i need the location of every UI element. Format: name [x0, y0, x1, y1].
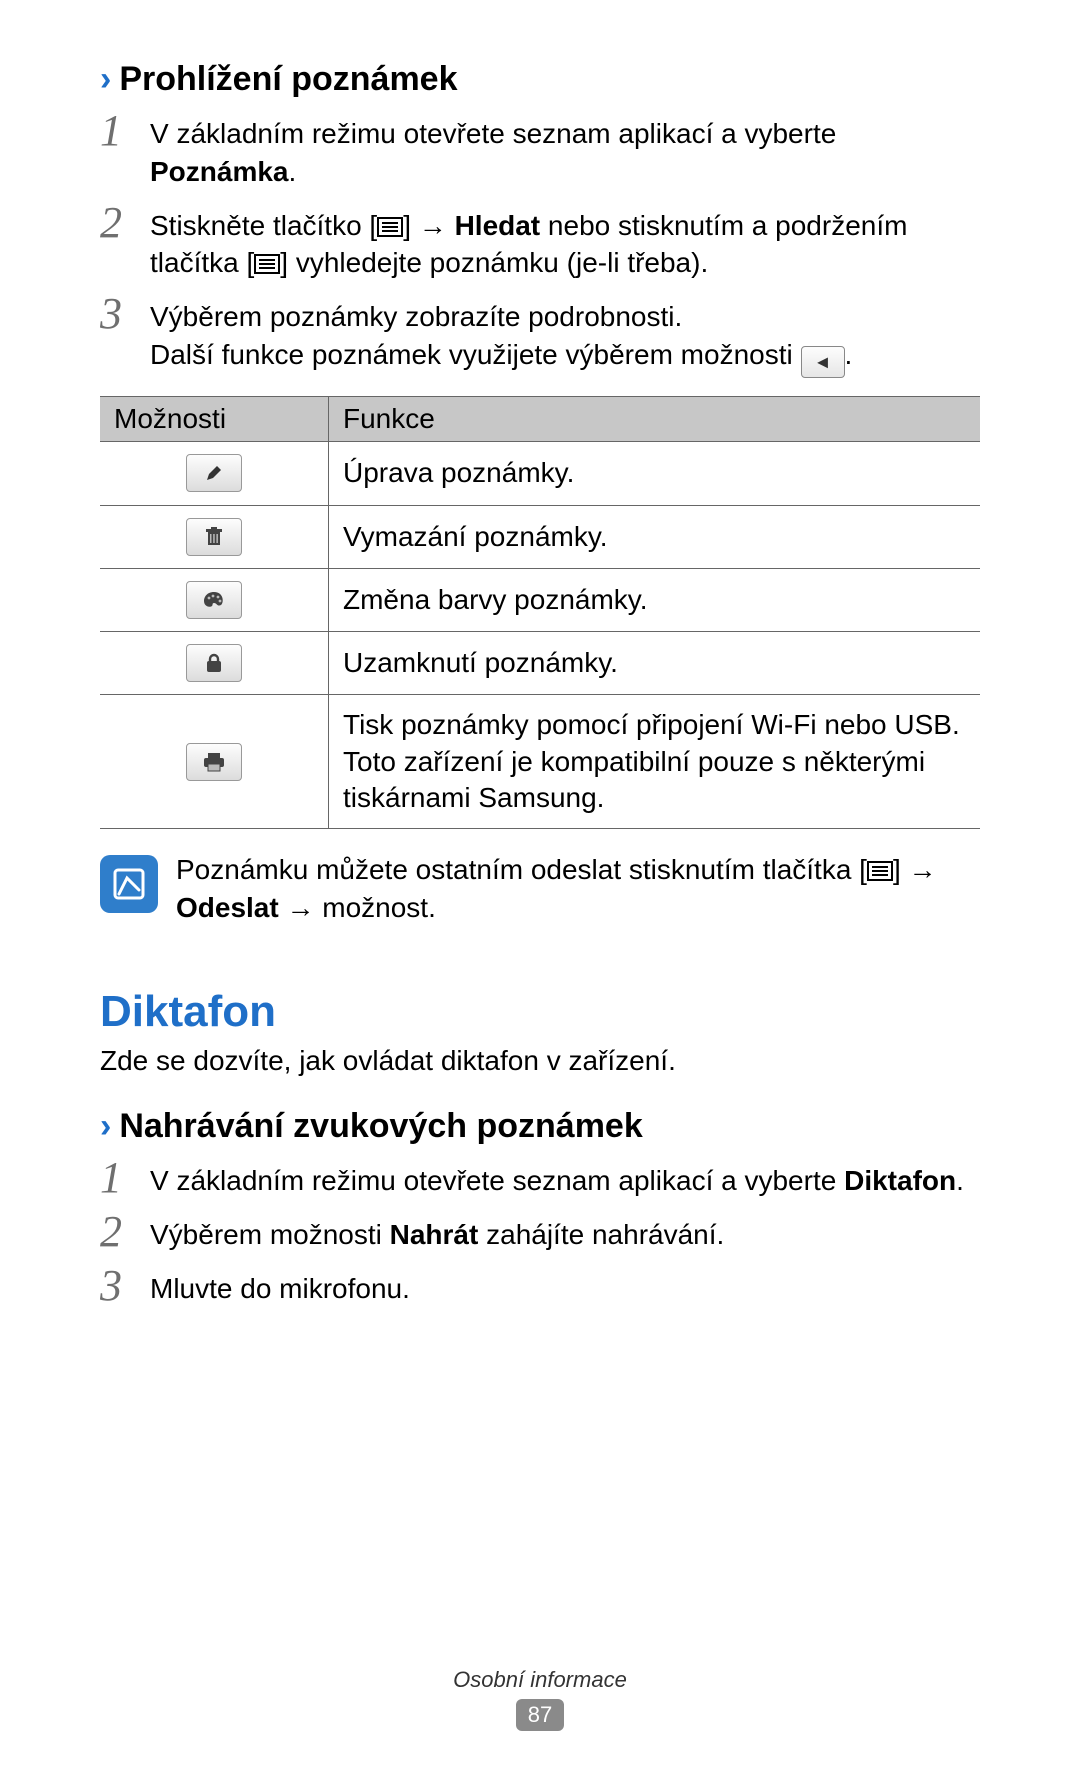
palette-icon: [186, 581, 242, 619]
step-number: 3: [100, 292, 150, 336]
step-number: 1: [100, 1156, 150, 1200]
text: zahájíte nahrávání.: [478, 1219, 724, 1250]
chevron-right-icon: ›: [100, 1107, 111, 1146]
print-icon: [186, 743, 242, 781]
step-body: V základním režimu otevřete seznam aplik…: [150, 109, 980, 191]
intro-text: Zde se dozvíte, jak ovládat diktafon v z…: [100, 1045, 980, 1077]
option-icon-cell: [100, 631, 329, 694]
page-number: 87: [516, 1699, 564, 1731]
step-body: V základním režimu otevřete seznam aplik…: [150, 1156, 964, 1200]
arrow-left-icon: ◄: [801, 346, 845, 378]
text: .: [956, 1165, 964, 1196]
manual-page: › Prohlížení poznámek 1 V základním reži…: [0, 0, 1080, 1771]
table-row: Vymazání poznámky.: [100, 505, 980, 568]
step-2: 2 Stiskněte tlačítko [] → Hledat nebo st…: [100, 201, 980, 283]
text: Výběrem poznámky zobrazíte podrobnosti.: [150, 298, 852, 336]
step-3: 3 Mluvte do mikrofonu.: [100, 1264, 980, 1308]
step-1: 1 V základním režimu otevřete seznam apl…: [100, 109, 980, 191]
note-icon: [100, 855, 158, 913]
step-body: Mluvte do mikrofonu.: [150, 1264, 410, 1308]
text: → možnost.: [279, 892, 436, 923]
option-icon-cell: [100, 505, 329, 568]
step-body: Výběrem poznámky zobrazíte podrobnosti. …: [150, 292, 852, 378]
section-heading-viewing-notes: › Prohlížení poznámek: [100, 60, 980, 99]
table-row: Úprava poznámky.: [100, 442, 980, 505]
section-heading-label: Prohlížení poznámek: [119, 60, 457, 99]
section-heading-label: Nahrávání zvukových poznámek: [119, 1107, 642, 1146]
text: Poznámku můžete ostatním odeslat stisknu…: [176, 854, 867, 885]
option-icon-cell: [100, 442, 329, 505]
pencil-icon: [186, 454, 242, 492]
option-desc: Vymazání poznámky.: [329, 505, 981, 568]
step-number: 1: [100, 109, 150, 153]
text: Výběrem možnosti: [150, 1219, 390, 1250]
section-heading-recording: › Nahrávání zvukových poznámek: [100, 1107, 980, 1146]
option-icon-cell: [100, 695, 329, 829]
text: Další funkce poznámek využijete výběrem …: [150, 339, 801, 370]
step-1: 1 V základním režimu otevřete seznam apl…: [100, 1156, 980, 1200]
page-title-diktafon: Diktafon: [100, 987, 980, 1037]
bold-text: Odeslat: [176, 892, 279, 923]
option-desc: Uzamknutí poznámky.: [329, 631, 981, 694]
app-name: Diktafon: [844, 1165, 956, 1196]
table-row: Tisk poznámky pomocí připojení Wi-Fi neb…: [100, 695, 980, 829]
note-text: Poznámku můžete ostatním odeslat stisknu…: [176, 851, 980, 927]
text: V základním režimu otevřete seznam aplik…: [150, 118, 836, 149]
col-function: Funkce: [329, 397, 981, 442]
text-line: Další funkce poznámek využijete výběrem …: [150, 336, 852, 378]
option-desc: Tisk poznámky pomocí připojení Wi-Fi neb…: [329, 695, 981, 829]
table-row: Uzamknutí poznámky.: [100, 631, 980, 694]
text: V základním režimu otevřete seznam aplik…: [150, 1165, 844, 1196]
options-table: Možnosti Funkce Úprava poznámky.: [100, 396, 980, 829]
text: .: [289, 156, 297, 187]
app-name: Poznámka: [150, 156, 289, 187]
trash-icon: [186, 518, 242, 556]
note-callout: Poznámku můžete ostatním odeslat stisknu…: [100, 851, 980, 927]
option-desc: Změna barvy poznámky.: [329, 568, 981, 631]
step-2: 2 Výběrem možnosti Nahrát zahájíte nahrá…: [100, 1210, 980, 1254]
step-number: 2: [100, 201, 150, 245]
lock-icon: [186, 644, 242, 682]
menu-icon: [254, 254, 280, 274]
step-body: Výběrem možnosti Nahrát zahájíte nahrává…: [150, 1210, 724, 1254]
step-number: 3: [100, 1264, 150, 1308]
option-desc: Úprava poznámky.: [329, 442, 981, 505]
text: .: [845, 339, 853, 370]
bold-text: Hledat: [455, 210, 541, 241]
table-header-row: Možnosti Funkce: [100, 397, 980, 442]
step-body: Stiskněte tlačítko [] → Hledat nebo stis…: [150, 201, 980, 283]
option-icon-cell: [100, 568, 329, 631]
page-footer: Osobní informace 87: [0, 1667, 1080, 1731]
step-number: 2: [100, 1210, 150, 1254]
col-options: Možnosti: [100, 397, 329, 442]
footer-section-label: Osobní informace: [0, 1667, 1080, 1693]
table-row: Změna barvy poznámky.: [100, 568, 980, 631]
menu-icon: [867, 861, 893, 881]
menu-icon: [377, 217, 403, 237]
text: Stiskněte tlačítko [: [150, 210, 377, 241]
steps-viewing-notes: 1 V základním režimu otevřete seznam apl…: [100, 109, 980, 378]
steps-recording: 1 V základním režimu otevřete seznam apl…: [100, 1156, 980, 1308]
bold-text: Nahrát: [390, 1219, 479, 1250]
text: ] →: [893, 854, 937, 885]
text: ] →: [403, 210, 454, 241]
text: ] vyhledejte poznámku (je-li třeba).: [280, 247, 708, 278]
step-3: 3 Výběrem poznámky zobrazíte podrobnosti…: [100, 292, 980, 378]
chevron-right-icon: ›: [100, 60, 111, 99]
